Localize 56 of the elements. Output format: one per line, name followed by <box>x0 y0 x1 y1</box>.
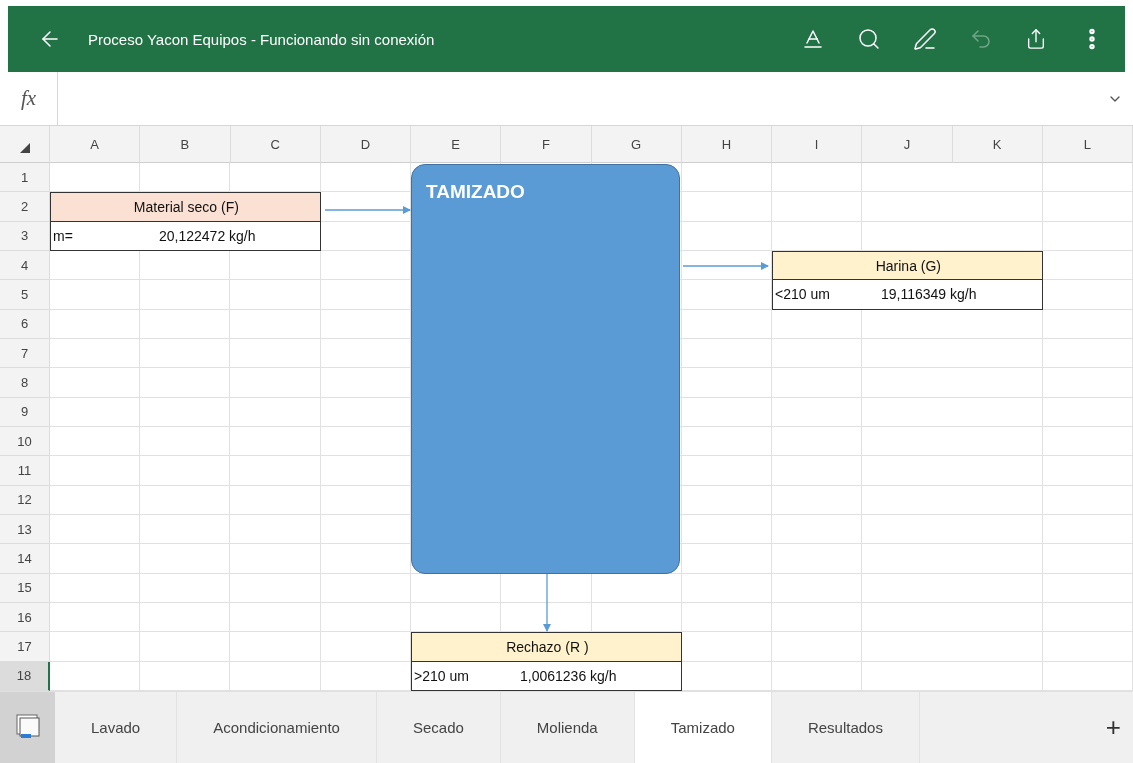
row-header[interactable]: 2 <box>0 192 50 222</box>
row-header[interactable]: 17 <box>0 632 50 662</box>
column-header[interactable]: C <box>230 126 321 163</box>
column-header[interactable]: K <box>952 126 1043 163</box>
row-header[interactable]: 10 <box>0 426 50 457</box>
row-header[interactable]: 1 <box>0 163 50 193</box>
column-header[interactable]: G <box>591 126 682 163</box>
column-header[interactable]: L <box>1042 126 1133 163</box>
sheet-tab[interactable]: Acondicionamiento <box>177 691 377 763</box>
pen-icon[interactable] <box>913 27 937 51</box>
column-header[interactable]: J <box>862 126 953 163</box>
stream-label: <210 um <box>774 286 831 303</box>
sheet-tab[interactable]: Lavado <box>55 691 178 763</box>
stream-title: Harina (G) <box>874 257 942 274</box>
row-header[interactable]: 5 <box>0 280 50 310</box>
process-title: TAMIZADO <box>426 181 525 202</box>
stream-value: 19,116349 kg/h <box>880 286 978 303</box>
select-all-icon[interactable] <box>19 143 30 153</box>
sheet-tab[interactable]: Secado <box>376 691 501 763</box>
sheet-tab[interactable]: Molienda <box>500 691 635 763</box>
column-header[interactable]: B <box>140 126 231 163</box>
row-header[interactable]: 4 <box>0 251 50 281</box>
column-header[interactable]: I <box>772 126 863 163</box>
row-header[interactable]: 12 <box>0 485 50 515</box>
stream-title: Material seco (F) <box>132 199 239 215</box>
sheets-view-button[interactable] <box>0 691 55 763</box>
row-header[interactable]: 11 <box>0 456 50 486</box>
row-header[interactable]: 15 <box>0 573 50 603</box>
row-header[interactable]: 6 <box>0 309 50 339</box>
add-sheet-button[interactable]: + <box>1093 691 1133 763</box>
sheet-tab[interactable]: Resultados <box>771 691 920 763</box>
row-header[interactable]: 13 <box>0 514 50 545</box>
sheets-icon <box>15 714 40 741</box>
row-header[interactable]: 9 <box>0 397 50 427</box>
stream-label: m= <box>52 227 74 244</box>
stream-title: Rechazo (R ) <box>505 638 589 655</box>
search-icon[interactable] <box>857 27 881 51</box>
row-header[interactable]: 7 <box>0 338 50 369</box>
text-format-icon[interactable] <box>801 27 825 51</box>
column-header[interactable]: F <box>501 126 592 163</box>
row-header[interactable]: 8 <box>0 368 50 398</box>
stream-value: 20,122472 kg/h <box>158 227 257 244</box>
function-label: fx <box>0 72 58 125</box>
row-header[interactable]: 18 <box>0 661 50 691</box>
column-header[interactable]: A <box>50 126 141 163</box>
column-header[interactable]: D <box>320 126 411 163</box>
row-header[interactable]: 16 <box>0 602 50 633</box>
row-header[interactable]: 3 <box>0 221 50 251</box>
column-header[interactable]: H <box>681 126 772 163</box>
row-header[interactable]: 14 <box>0 544 50 574</box>
stream-value: 1,0061236 kg/h <box>519 667 618 684</box>
window-title: Proceso Yacon Equipos - Funcionando sin conexión <box>88 30 436 48</box>
sheet-tab[interactable]: Tamizado <box>634 691 772 763</box>
share-icon[interactable] <box>1025 28 1047 50</box>
column-header[interactable]: E <box>411 126 502 163</box>
stream-label: >210 um <box>413 667 470 684</box>
